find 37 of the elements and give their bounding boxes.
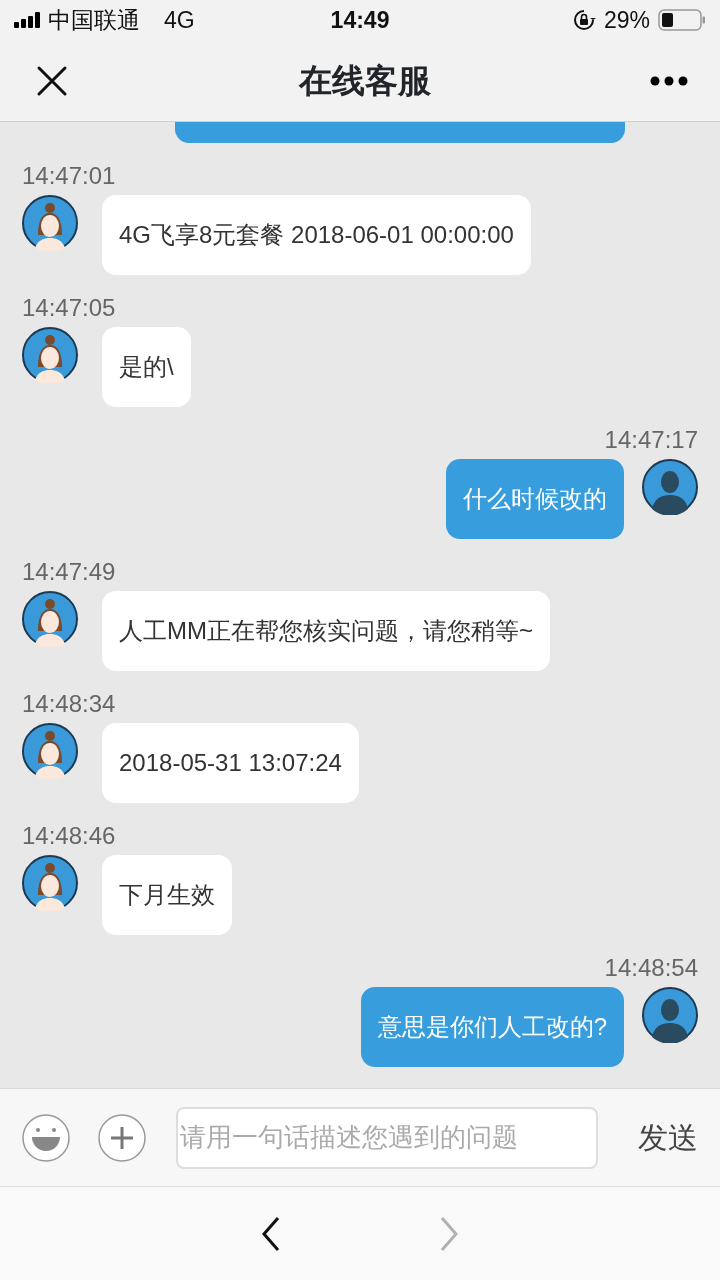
carrier-name: 中国联通 xyxy=(48,5,140,35)
close-icon xyxy=(36,64,68,97)
add-button[interactable] xyxy=(98,1113,146,1162)
user-avatar xyxy=(642,987,698,1043)
message-time: 14:48:34 xyxy=(22,689,116,719)
agent-avatar xyxy=(22,327,78,383)
agent-avatar xyxy=(22,723,78,779)
battery-percent: 29% xyxy=(603,5,650,35)
battery-icon xyxy=(658,9,706,31)
message-bubble: 是的\ xyxy=(102,327,191,407)
message-time: 14:47:49 xyxy=(22,557,116,587)
smiley-icon xyxy=(22,1113,70,1162)
message-time: 14:47:17 xyxy=(604,425,698,455)
status-time: 14:49 xyxy=(330,5,390,35)
message-input[interactable]: 请用一句话描述您遇到的问题 xyxy=(176,1106,598,1169)
page-title: 在线客服 xyxy=(299,60,431,101)
agent-avatar xyxy=(22,855,78,911)
agent-avatar xyxy=(22,195,78,251)
plus-icon xyxy=(98,1113,146,1162)
message-time: 14:47:01 xyxy=(22,161,116,191)
message-bubble: 4G飞享8元套餐 2018-06-01 00:00:00 xyxy=(102,195,531,275)
message-bubble: 人工MM正在帮您核实问题，请您稍等~ xyxy=(102,591,550,671)
rotation-lock-icon xyxy=(572,9,596,31)
network-type: 4G xyxy=(164,5,195,35)
message-time: 14:48:54 xyxy=(604,953,698,983)
send-button[interactable]: 发送 xyxy=(638,1115,698,1160)
message-bubble: 下月生效 xyxy=(102,855,232,935)
emoji-button[interactable] xyxy=(22,1113,70,1162)
signal-icon xyxy=(14,11,40,29)
message-bubble: 2018-05-31 13:07:24 xyxy=(102,723,359,803)
message-bubble: 什么时候改的 xyxy=(446,459,624,539)
agent-avatar xyxy=(22,591,78,647)
message-time: 14:47:05 xyxy=(22,293,116,323)
user-avatar xyxy=(642,459,698,515)
message-time: 14:48:46 xyxy=(22,821,116,851)
more-icon xyxy=(650,76,688,87)
message-bubble: 意思是你们人工改的? xyxy=(360,987,624,1067)
